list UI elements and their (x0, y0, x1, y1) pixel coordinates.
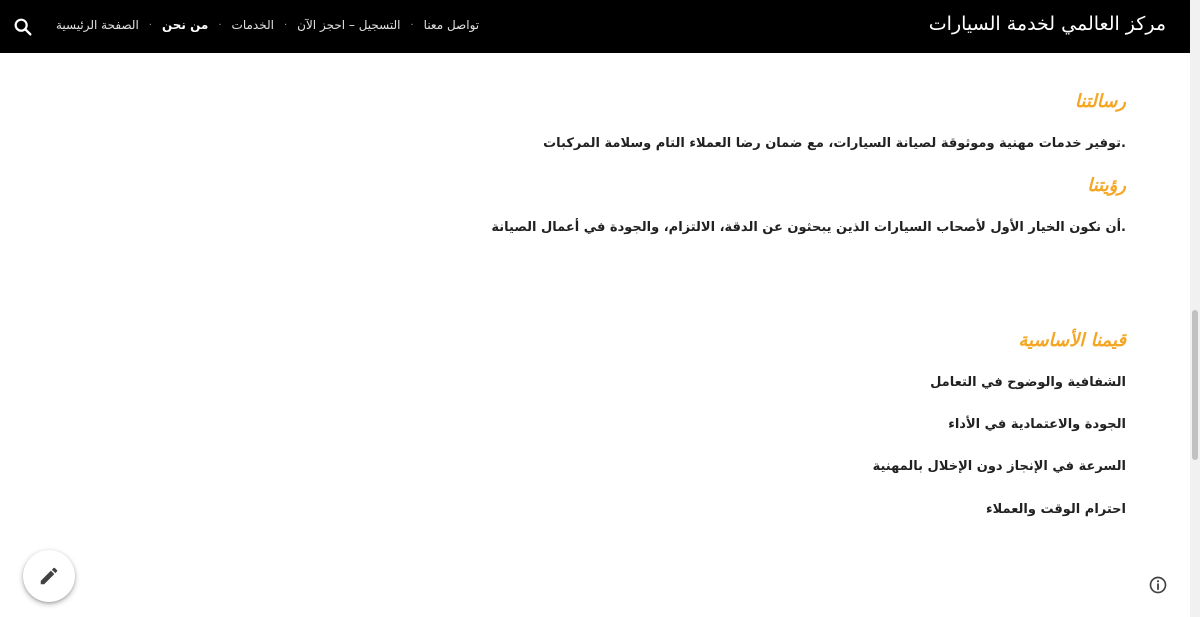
main-nav: الصفحة الرئيسية · من نحن · الخدمات · الت… (56, 18, 479, 32)
nav-item-home[interactable]: الصفحة الرئيسية (56, 18, 139, 32)
top-app-bar: مركز العالمي لخدمة السيارات الصفحة الرئي… (0, 0, 1190, 53)
nav-item-contact[interactable]: تواصل معنا (424, 18, 479, 32)
page: مركز العالمي لخدمة السيارات الصفحة الرئي… (0, 0, 1200, 617)
scrollbar-track[interactable] (1190, 0, 1200, 617)
mission-heading: رسالتنا (1074, 91, 1126, 112)
values-heading: قيمنا الأساسية (1018, 330, 1126, 351)
vision-heading: رؤيتنا (1087, 175, 1126, 196)
search-button[interactable] (12, 16, 34, 38)
info-button[interactable] (1148, 575, 1168, 595)
nav-separator: · (148, 19, 152, 31)
edit-button[interactable] (23, 550, 75, 602)
pencil-icon (40, 567, 58, 585)
value-item: الجودة والاعتمادية في الأداء (948, 417, 1126, 432)
nav-item-services[interactable]: الخدمات (232, 18, 274, 32)
nav-separator: · (283, 19, 288, 31)
site-title[interactable]: مركز العالمي لخدمة السيارات (929, 13, 1166, 35)
info-icon (1149, 576, 1167, 594)
value-item: احترام الوقت والعملاء (985, 502, 1126, 517)
value-item: السرعة في الإنجاز دون الإخلال بالمهنية (872, 459, 1126, 474)
scrollbar-thumb[interactable] (1192, 310, 1198, 460)
nav-item-about[interactable]: من نحن (162, 18, 208, 32)
nav-separator: · (218, 19, 222, 31)
nav-separator: · (410, 19, 414, 31)
value-item: الشفافية والوضوح في التعامل (930, 375, 1126, 390)
search-icon (14, 18, 32, 36)
mission-text: .توفير خدمات مهنية وموثوقة لصيانة السيار… (543, 136, 1126, 151)
nav-item-booking[interactable]: التسجيل – احجز الآن (297, 18, 400, 32)
vision-text: .أن نكون الخيار الأول لأصحاب السيارات ال… (491, 220, 1126, 235)
